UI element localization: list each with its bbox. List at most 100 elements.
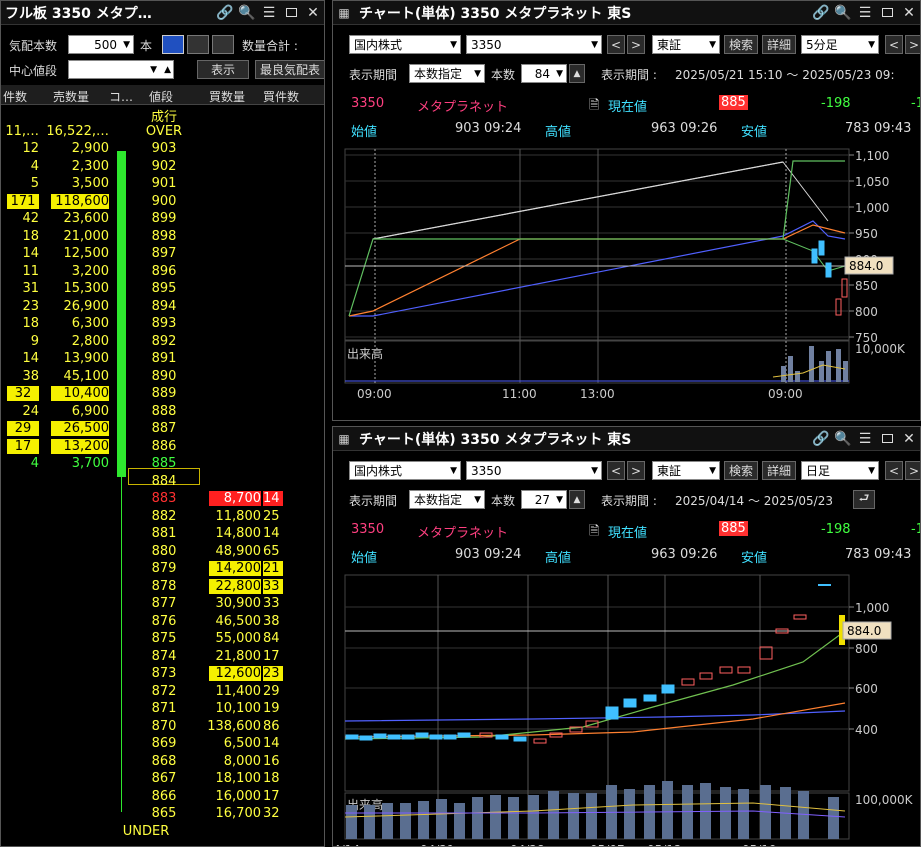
- buy-row[interactable]: 883 8,700 14: [1, 490, 324, 508]
- sell-row[interactable]: 11 3,200 896: [1, 263, 324, 281]
- prev-button[interactable]: <: [607, 35, 625, 54]
- sell-row[interactable]: 14 13,900 891: [1, 350, 324, 368]
- buy-row[interactable]: 870 138,600 86: [1, 718, 324, 736]
- sell-row[interactable]: 12 2,900 903: [1, 140, 324, 158]
- close-icon[interactable]: ✕: [302, 3, 324, 23]
- detail-button[interactable]: 詳細: [762, 461, 796, 480]
- link-icon[interactable]: 🔗: [214, 3, 236, 23]
- sell-row[interactable]: 4 3,700 885: [1, 455, 324, 473]
- layout-full-icon[interactable]: [162, 35, 184, 54]
- buy-row[interactable]: 882 11,800 25: [1, 508, 324, 526]
- close-icon[interactable]: ✕: [898, 3, 920, 23]
- count-up-button[interactable]: ▲: [569, 64, 585, 83]
- count-input[interactable]: 84 ▼: [521, 64, 567, 83]
- sell-row[interactable]: 18 21,000 898: [1, 228, 324, 246]
- maximize-icon[interactable]: [280, 4, 302, 22]
- search-icon[interactable]: 🔍: [832, 429, 854, 449]
- sell-row[interactable]: 17 13,200 886: [1, 438, 324, 456]
- code-input[interactable]: 3350 ▼: [466, 461, 602, 480]
- maximize-icon[interactable]: [876, 430, 898, 448]
- link-icon[interactable]: 🔗: [810, 429, 832, 449]
- sell-row[interactable]: 18 6,300 893: [1, 315, 324, 333]
- next-period-button[interactable]: >: [905, 35, 920, 54]
- board-titlebar[interactable]: フル板 3350 メタプ… 🔗 🔍 ☰ ✕: [1, 1, 324, 25]
- search-button[interactable]: 検索: [724, 461, 758, 480]
- buy-row[interactable]: 867 18,100 18: [1, 770, 324, 788]
- menu-icon[interactable]: ☰: [258, 3, 280, 23]
- exchange-select[interactable]: 東証 ▼: [652, 461, 720, 480]
- sell-row[interactable]: 9 2,800 892: [1, 333, 324, 351]
- chart-titlebar[interactable]: ▦ チャート(単体) 3350 メタプラネット 東S 🔗 🔍 ☰ ✕: [333, 427, 920, 451]
- show-button[interactable]: 表示: [197, 60, 249, 79]
- intraday-chart[interactable]: 1,1001,0501,00095090085080075010,000K出来高…: [333, 141, 921, 421]
- chart-titlebar[interactable]: ▦ チャート(単体) 3350 メタプラネット 東S 🔗 🔍 ☰ ✕: [333, 1, 920, 25]
- market-select[interactable]: 国内株式 ▼: [349, 35, 461, 54]
- buy-row[interactable]: 877 30,900 33: [1, 595, 324, 613]
- sell-row[interactable]: 29 26,500 887: [1, 420, 324, 438]
- qty-select[interactable]: 500 ▼: [68, 35, 134, 54]
- layout-split-icon[interactable]: [187, 35, 209, 54]
- count-input[interactable]: 27 ▼: [521, 490, 567, 509]
- current-price-row[interactable]: 884: [1, 473, 324, 491]
- buy-row[interactable]: 872 11,400 29: [1, 683, 324, 701]
- exchange-select[interactable]: 東証 ▼: [652, 35, 720, 54]
- daily-chart[interactable]: 1,000800600400100,000K出来高4/1404/2104/280…: [333, 567, 921, 847]
- volume-bar: [828, 797, 839, 839]
- close-icon[interactable]: ✕: [898, 429, 920, 449]
- sell-row[interactable]: 4 2,300 902: [1, 158, 324, 176]
- prev-period-button[interactable]: <: [885, 35, 903, 54]
- menu-icon[interactable]: ☰: [854, 3, 876, 23]
- code-input[interactable]: 3350 ▼: [466, 35, 602, 54]
- range-mode-select[interactable]: 本数指定 ▼: [409, 490, 485, 509]
- maximize-icon[interactable]: [876, 4, 898, 22]
- sell-row[interactable]: 171 118,600 900: [1, 193, 324, 211]
- search-icon[interactable]: 🔍: [236, 3, 258, 23]
- next-period-button[interactable]: >: [905, 461, 920, 480]
- sell-row[interactable]: 32 10,400 889: [1, 385, 324, 403]
- layout-toggle-icons[interactable]: [162, 35, 234, 54]
- prev-button[interactable]: <: [607, 461, 625, 480]
- buy-row[interactable]: 873 12,600 23: [1, 665, 324, 683]
- sell-row[interactable]: 42 23,600 899: [1, 210, 324, 228]
- prev-period-button[interactable]: <: [885, 461, 903, 480]
- next-button[interactable]: >: [627, 461, 645, 480]
- layout-compact-icon[interactable]: [212, 35, 234, 54]
- buy-row[interactable]: 875 55,000 84: [1, 630, 324, 648]
- center-price-input[interactable]: ▼ ▲: [68, 60, 174, 79]
- buy-volume-cell: 12,600: [209, 666, 261, 681]
- buy-row[interactable]: 879 14,200 21: [1, 560, 324, 578]
- buy-row[interactable]: 869 6,500 14: [1, 735, 324, 753]
- count-up-button[interactable]: ▲: [569, 490, 585, 509]
- sell-row[interactable]: 5 3,500 901: [1, 175, 324, 193]
- buy-row[interactable]: 865 16,700 32: [1, 805, 324, 823]
- search-button[interactable]: 検索: [724, 35, 758, 54]
- buy-row[interactable]: 876 46,500 38: [1, 613, 324, 631]
- buy-volume-cell: 22,800: [209, 578, 261, 594]
- buy-row[interactable]: 881 14,800 14: [1, 525, 324, 543]
- market-select[interactable]: 国内株式 ▼: [349, 461, 461, 480]
- buy-row[interactable]: 868 8,000 16: [1, 753, 324, 771]
- best-quote-button[interactable]: 最良気配表: [255, 60, 324, 79]
- menu-icon[interactable]: ☰: [854, 429, 876, 449]
- buy-row[interactable]: 866 16,000 17: [1, 788, 324, 806]
- period-select[interactable]: 日足 ▼: [801, 461, 879, 480]
- detail-button[interactable]: 詳細: [762, 35, 796, 54]
- buy-row[interactable]: 874 21,800 17: [1, 648, 324, 666]
- buy-row[interactable]: 880 48,900 65: [1, 543, 324, 561]
- range-mode-select[interactable]: 本数指定 ▼: [409, 64, 485, 83]
- sell-row[interactable]: 14 12,500 897: [1, 245, 324, 263]
- over-row[interactable]: 11,… 16,522,… OVER: [1, 123, 324, 141]
- under-row[interactable]: UNDER: [1, 823, 324, 841]
- buy-row[interactable]: 871 10,100 19: [1, 700, 324, 718]
- sell-row[interactable]: 23 26,900 894: [1, 298, 324, 316]
- market-order-row[interactable]: 成行: [1, 105, 324, 125]
- link-icon[interactable]: 🔗: [810, 3, 832, 23]
- sell-row[interactable]: 24 6,900 888: [1, 403, 324, 421]
- sell-row[interactable]: 38 45,100 890: [1, 368, 324, 386]
- period-select[interactable]: 5分足 ▼: [801, 35, 879, 54]
- buy-row[interactable]: 878 22,800 33: [1, 578, 324, 596]
- refresh-button[interactable]: ⮐: [853, 490, 875, 509]
- search-icon[interactable]: 🔍: [832, 3, 854, 23]
- next-button[interactable]: >: [627, 35, 645, 54]
- sell-row[interactable]: 31 15,300 895: [1, 280, 324, 298]
